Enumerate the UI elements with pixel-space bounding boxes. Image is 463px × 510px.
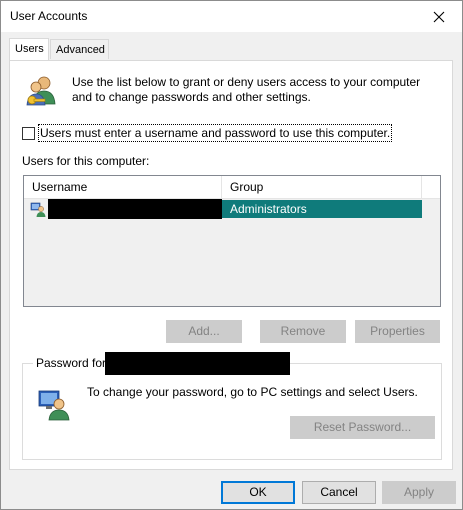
users-key-icon [26, 76, 56, 106]
group-cell: Administrators [222, 200, 422, 218]
username-redacted [48, 199, 222, 219]
close-button[interactable] [416, 1, 462, 32]
password-group: Password for To change your password, go… [22, 352, 442, 460]
table-row[interactable]: Administrators [24, 199, 440, 219]
users-tab-panel: Use the list below to grant or deny user… [9, 60, 453, 470]
password-user-redacted [105, 352, 290, 375]
apply-button[interactable]: Apply [382, 481, 456, 504]
close-icon [433, 11, 445, 22]
password-help-text: To change your password, go to PC settin… [87, 385, 418, 399]
column-username[interactable]: Username [24, 176, 222, 198]
remove-user-button[interactable]: Remove [260, 320, 346, 343]
title-bar[interactable]: User Accounts [1, 1, 462, 32]
user-accounts-dialog: User Accounts Users Advanced Use the lis… [0, 0, 463, 510]
user-icon [30, 202, 46, 217]
tab-advanced[interactable]: Advanced [50, 39, 109, 59]
add-user-button[interactable]: Add... [166, 320, 242, 343]
column-group[interactable]: Group [222, 176, 422, 198]
intro-text: Use the list below to grant or deny user… [72, 75, 421, 104]
tab-users[interactable]: Users [9, 38, 49, 60]
cancel-button[interactable]: Cancel [302, 481, 376, 504]
users-listview[interactable]: Username Group Administrators [23, 175, 441, 307]
require-password-checkbox[interactable] [22, 127, 35, 140]
users-list-label: Users for this computer: [22, 154, 150, 168]
password-for-label: Password for [36, 356, 107, 370]
properties-button[interactable]: Properties [355, 320, 440, 343]
ok-button[interactable]: OK [221, 481, 295, 504]
user-computer-icon [38, 390, 70, 421]
password-group-title: Password for [33, 356, 110, 370]
list-header: Username Group [24, 176, 440, 199]
reset-password-button[interactable]: Reset Password... [290, 416, 435, 439]
require-password-label[interactable]: Users must enter a username and password… [38, 124, 393, 142]
window-title: User Accounts [10, 9, 88, 23]
